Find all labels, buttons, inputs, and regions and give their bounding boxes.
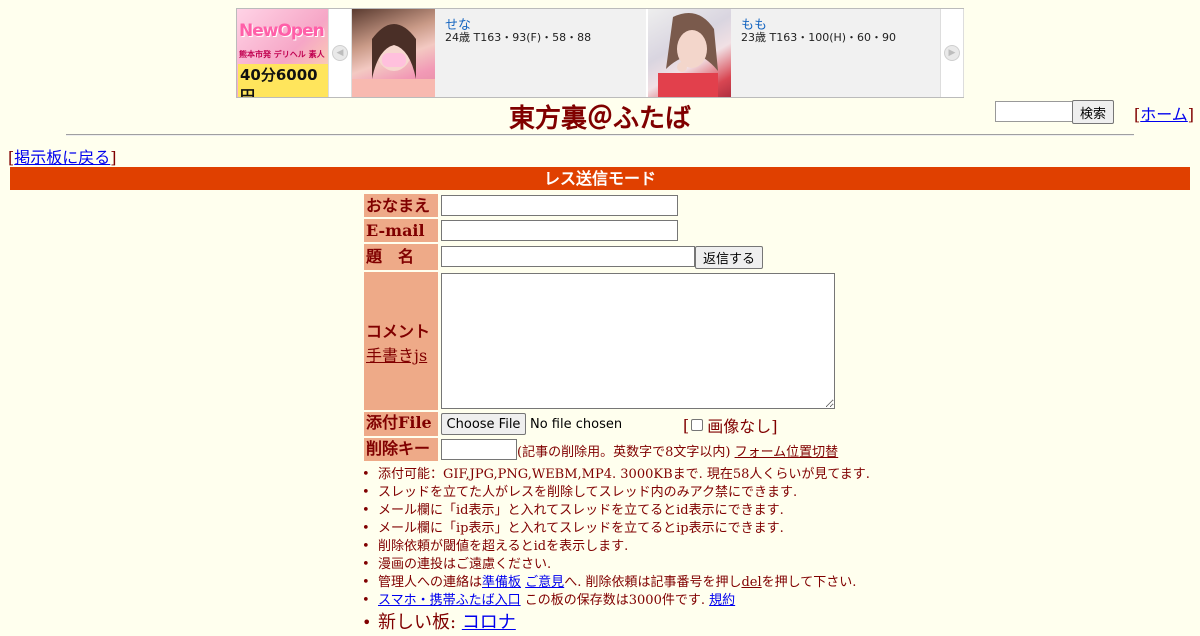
no-image-label[interactable]: 画像なし] [707,413,777,437]
choose-file-button[interactable]: Choose File [441,413,526,435]
subject-label: 題 名 [364,244,438,270]
list-item: メール欄に「id表示」と入れてスレッドを立てるとid表示にできます. [362,502,870,520]
board-rules-list: 添付可能：GIF,JPG,PNG,WEBM,MP4. 3000KBまで. 現在5… [362,466,870,636]
profile-photo-art [352,24,435,97]
list-item: スマホ・携帯ふたば入口 この板の保存数は3000件です. 規約 [362,592,870,610]
bracket-close: ] [1187,105,1195,124]
profile-stats: 23歳 T163・100(H)・60・90 [741,31,897,44]
rules-link[interactable]: 規約 [709,593,735,608]
list-item: 新しい板: コロナ [362,610,870,636]
carousel-prev-button[interactable]: ◀ [328,9,352,97]
name-label: おなまえ [364,194,438,217]
list-item: 管理人への連絡は準備板 ご意見へ. 削除依頼は記事番号を押しdelを押して下さい… [362,574,870,592]
profile-photo [352,9,435,97]
profile-photo-art [658,13,718,97]
delete-key-hint: (記事の削除用。英数字で8文字以内) [517,445,731,460]
list-item: メール欄に「ip表示」と入れてスレッドを立てるとip表示にできます. [362,520,870,538]
delete-key-label: 削除キー [364,438,438,461]
handwriting-js-link[interactable]: 手書きjs [366,346,427,365]
header-divider [66,134,1134,136]
back-nav: [掲示板に戻る] [8,144,117,168]
promo-subtext: 熊本市発 デリヘル 素人 [239,50,325,59]
comment-textarea[interactable] [441,273,835,409]
no-image-option: [ 画像なし] [683,413,778,437]
subject-field[interactable] [441,246,695,267]
mobile-entrance-link[interactable]: スマホ・携帯ふたば入口 [378,593,521,608]
profile-card-2[interactable]: もも 23歳 T163・100(H)・60・90 [648,9,942,97]
prep-board-link[interactable]: 準備板 [482,575,521,590]
delete-key-note: (記事の削除用。英数字で8文字以内) フォーム位置切替 [517,441,838,460]
contact-text: 管理人への連絡は [378,575,483,590]
file-status: No file chosen [530,417,623,432]
promo-headline: NewOpen [239,21,325,41]
form-position-toggle[interactable]: フォーム位置切替 [735,445,839,460]
submit-reply-button[interactable]: 返信する [695,246,763,269]
chevron-left-icon: ◀ [332,45,348,61]
email-label: E-mail [364,219,438,242]
back-to-board-link[interactable]: 掲示板に戻る [14,148,110,167]
profile-stats: 24歳 T163・93(F)・58・88 [445,31,592,44]
home-nav: [ホーム] [1134,101,1194,125]
home-link[interactable]: ホーム [1140,105,1188,124]
email-field[interactable] [441,220,678,241]
feedback-link[interactable]: ご意見 [525,575,564,590]
promo-image[interactable]: NewOpen 熊本市発 デリヘル 素人 40分6000円 [237,9,328,97]
profile-card-1[interactable]: せな 24歳 T163・93(F)・58・88 [352,9,646,97]
delete-key-field[interactable] [441,439,517,460]
file-label: 添付File [364,412,438,436]
promo-price: 40分6000円 [238,64,328,97]
reply-mode-bar: レス送信モード [10,167,1190,190]
comment-label: コメント [366,322,431,341]
del-link[interactable]: del [741,575,761,590]
chevron-right-icon: ▶ [944,45,960,61]
contact-text: へ. 削除依頼は記事番号を押し [564,575,742,590]
bracket-open: [ [683,415,690,435]
list-item: スレッドを立てた人がレスを削除してスレッド内のみアク禁にできます. [362,484,870,502]
list-item: 削除依頼が閾値を超えるとidを表示します. [362,538,870,556]
list-item: 漫画の連投はご遠慮ください. [362,556,870,574]
bracket-close: ] [110,148,117,167]
storage-text: この板の保存数は3000件です. [524,593,705,608]
contact-text: を押して下さい. [761,575,857,590]
carousel-next-button[interactable]: ▶ [940,9,964,97]
search-input[interactable] [995,101,1073,122]
search-button[interactable]: 検索 [1072,100,1114,124]
comment-label-cell: コメント 手書きjs [364,272,438,410]
name-field[interactable] [441,195,678,216]
list-item: 添付可能：GIF,JPG,PNG,WEBM,MP4. 3000KBまで. 現在5… [362,466,870,484]
ad-banner[interactable]: NewOpen 熊本市発 デリヘル 素人 40分6000円 ◀ せな 24歳 T… [236,8,964,98]
profile-photo [648,9,731,97]
no-image-checkbox[interactable] [691,419,704,431]
